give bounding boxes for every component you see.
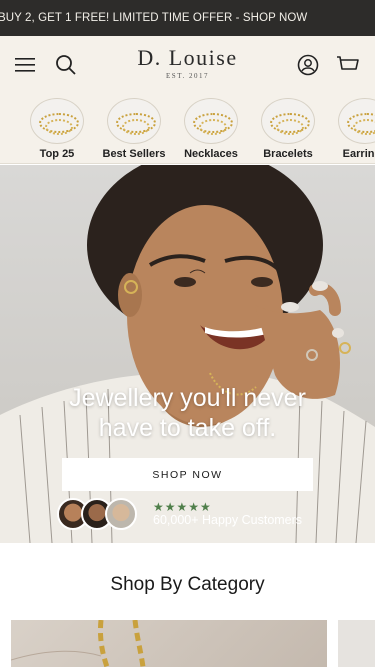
customer-avatars: [57, 498, 147, 530]
category-card[interactable]: [11, 620, 327, 667]
category-card[interactable]: [338, 620, 375, 667]
category-item-top-25[interactable]: Top 25: [24, 98, 90, 160]
category-thumbnail[interactable]: [338, 98, 375, 144]
rating-stars-icon: ★★★★★: [153, 500, 212, 514]
hero-headline: Jewellery you'll never have to take off.: [0, 383, 375, 443]
category-thumbnail[interactable]: [261, 98, 315, 144]
category-thumbnail[interactable]: [30, 98, 84, 144]
hero-banner[interactable]: Jewellery you'll never have to take off.…: [0, 165, 375, 543]
announcement-text[interactable]: BUY 2, GET 1 FREE! LIMITED TIME OFFER - …: [0, 0, 307, 36]
category-label[interactable]: Top 25: [24, 148, 90, 160]
category-label[interactable]: Necklaces: [178, 148, 244, 160]
category-item-necklaces[interactable]: Necklaces: [178, 98, 244, 160]
category-item-earrings[interactable]: Earrings: [332, 98, 375, 160]
account-icon[interactable]: [293, 50, 323, 80]
announcement-bar[interactable]: BUY 2, GET 1 FREE! LIMITED TIME OFFER - …: [0, 0, 375, 36]
cart-icon[interactable]: [333, 50, 363, 80]
avatar: [105, 498, 137, 530]
category-thumbnail[interactable]: [184, 98, 238, 144]
happy-customers-text: 60,000+ Happy Customers: [153, 513, 303, 527]
category-label[interactable]: Earrings: [332, 148, 375, 160]
hero-headline-line-1: Jewellery you'll never: [69, 384, 306, 412]
category-card-image: [11, 620, 146, 667]
hero-headline-line-2: have to take off.: [98, 414, 277, 442]
category-item-bracelets[interactable]: Bracelets: [255, 98, 321, 160]
shop-now-button[interactable]: SHOP NOW: [62, 458, 313, 491]
category-item-best-sellers[interactable]: Best Sellers: [101, 98, 167, 160]
site-header: D. Louise EST. 2017: [0, 36, 375, 94]
category-label[interactable]: Best Sellers: [101, 148, 167, 160]
shop-by-category-heading: Shop By Category: [110, 574, 265, 595]
category-carousel[interactable]: Top 25 Best Sellers Necklaces Bracelets …: [0, 94, 375, 164]
category-thumbnail[interactable]: [107, 98, 161, 144]
category-label[interactable]: Bracelets: [255, 148, 321, 160]
